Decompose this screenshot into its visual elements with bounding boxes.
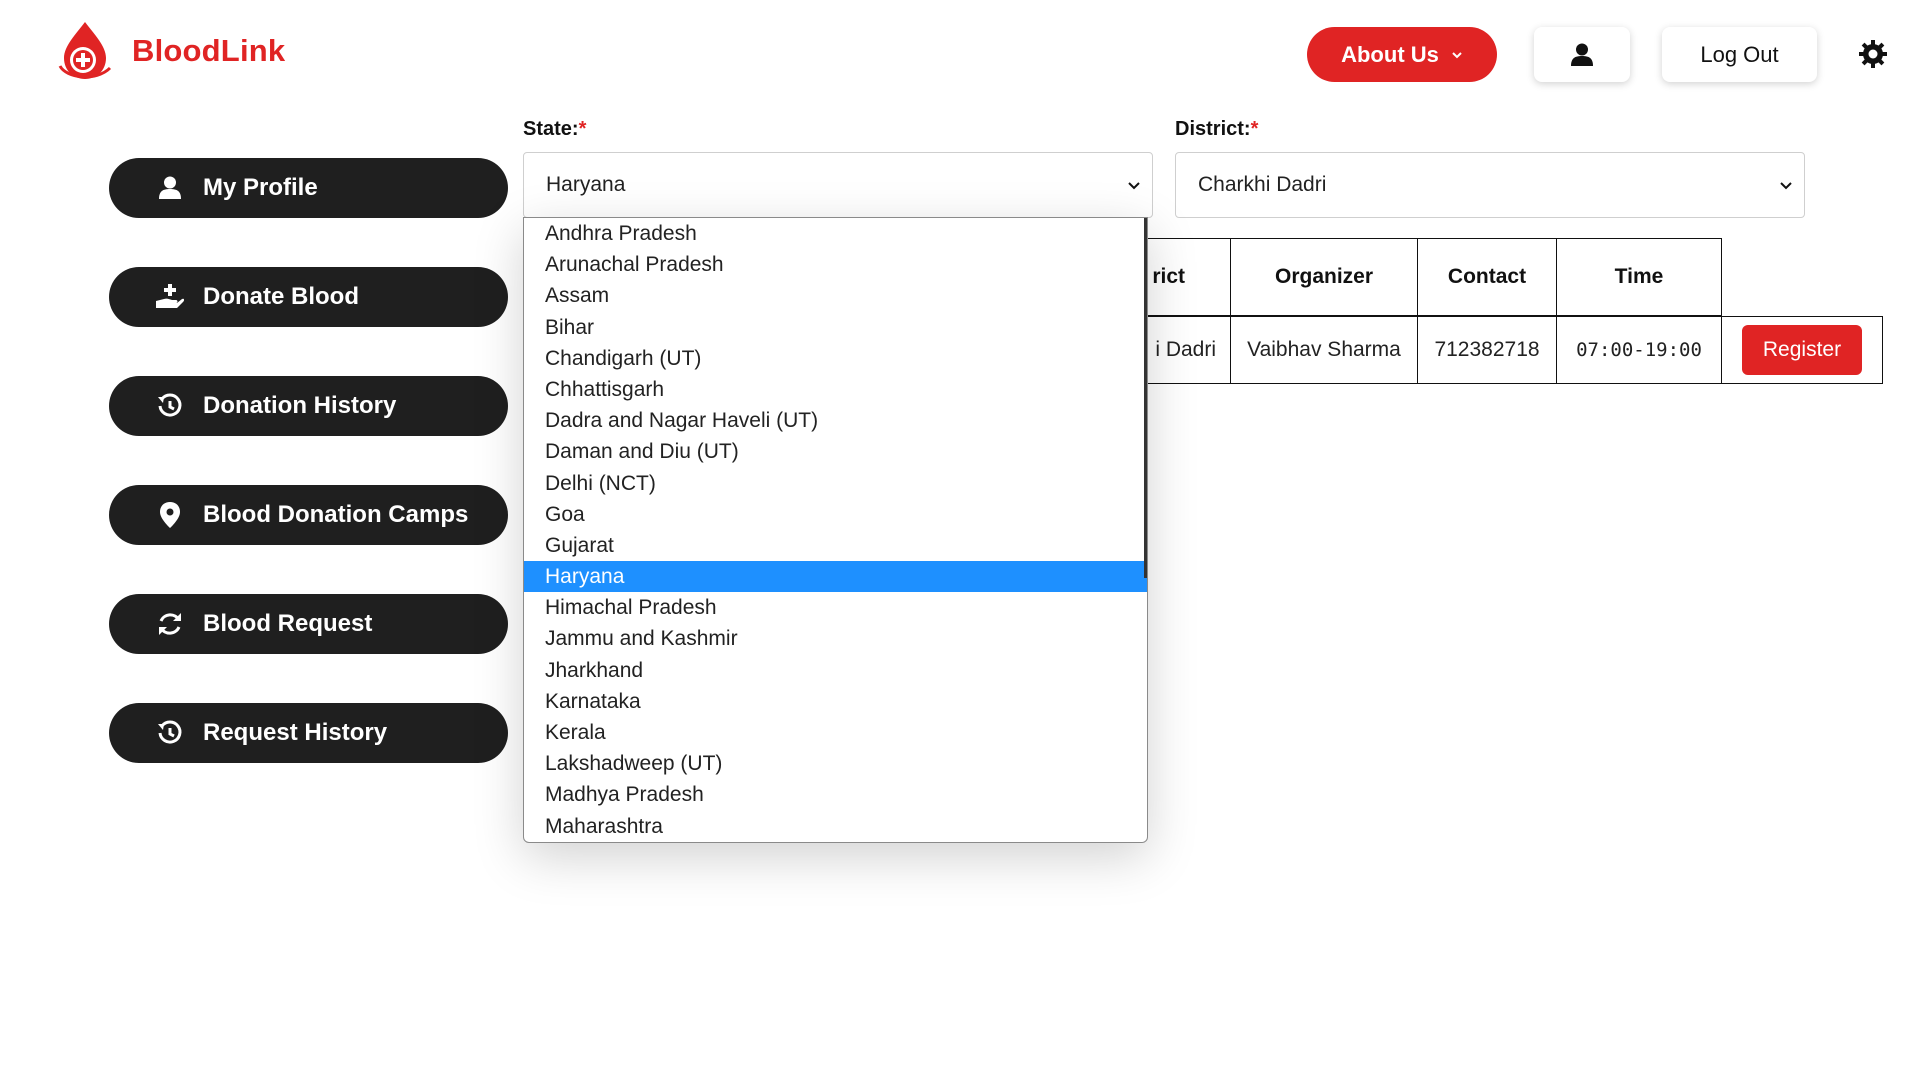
user-icon xyxy=(1571,43,1593,66)
district-select-value: Charkhi Dadri xyxy=(1198,173,1327,196)
state-select-value: Haryana xyxy=(546,173,626,196)
state-option[interactable]: Kerala xyxy=(524,717,1147,748)
sidebar-item-label: Donate Blood xyxy=(203,283,359,310)
sidebar-item-label: Request History xyxy=(203,719,388,746)
history-icon xyxy=(155,718,185,748)
state-option[interactable]: Goa xyxy=(524,499,1147,530)
user-icon xyxy=(155,173,185,203)
chevron-down-icon xyxy=(1128,182,1140,190)
chevron-down-icon xyxy=(1780,182,1792,190)
state-option[interactable]: Madhya Pradesh xyxy=(524,779,1147,810)
state-option[interactable]: Jammu and Kashmir xyxy=(524,623,1147,654)
district-label: District:* xyxy=(1175,118,1258,141)
sidebar-item-label: My Profile xyxy=(203,174,318,201)
state-option[interactable]: Jharkhand xyxy=(524,655,1147,686)
required-mark: * xyxy=(1250,118,1259,140)
district-label-text: District: xyxy=(1175,118,1251,140)
dropdown-scrollbar[interactable] xyxy=(1144,218,1147,578)
table-header-label: Organizer xyxy=(1274,265,1374,288)
table-header-label: Time xyxy=(1614,265,1664,288)
state-option[interactable]: Dadra and Nagar Haveli (UT) xyxy=(524,405,1147,436)
state-option[interactable]: Maharashtra xyxy=(524,811,1147,842)
state-options-list[interactable]: Andhra Pradesh Arunachal Pradesh Assam B… xyxy=(523,217,1148,843)
table-cell-time: 07:00-19:00 xyxy=(1556,316,1722,384)
state-option[interactable]: Lakshadweep (UT) xyxy=(524,748,1147,779)
brand-logo[interactable]: BloodLink xyxy=(56,20,285,82)
state-option[interactable]: Chhattisgarh xyxy=(524,374,1147,405)
table-header-contact: Contact xyxy=(1417,238,1557,316)
table-header-label: Contact xyxy=(1447,265,1527,288)
cell-text: 07:00-19:00 xyxy=(1576,339,1702,361)
table-header-organizer: Organizer xyxy=(1230,238,1418,316)
blood-drop-icon xyxy=(58,22,112,79)
district-select[interactable]: Charkhi Dadri xyxy=(1175,152,1805,218)
map-pin-icon xyxy=(155,500,185,530)
state-option[interactable]: Delhi (NCT) xyxy=(524,468,1147,499)
logout-label: Log Out xyxy=(1700,41,1779,67)
table-cell-action: Register xyxy=(1721,316,1883,384)
sidebar-item-donation-history[interactable]: Donation History xyxy=(109,376,508,436)
history-icon xyxy=(155,391,185,421)
state-option[interactable]: Assam xyxy=(524,280,1147,311)
sidebar-item-label: Blood Donation Camps xyxy=(203,501,469,528)
register-label: Register xyxy=(1762,338,1842,361)
cell-text: 712382718 xyxy=(1434,338,1540,361)
refresh-icon xyxy=(155,609,185,639)
state-label: State:* xyxy=(523,118,586,141)
table-cell-contact: 712382718 xyxy=(1417,316,1557,384)
sidebar-item-blood-donation-camps[interactable]: Blood Donation Camps xyxy=(109,485,508,545)
state-label-text: State: xyxy=(523,118,579,140)
sidebar-item-donate-blood[interactable]: Donate Blood xyxy=(109,267,508,327)
cell-text: Vaibhav Sharma xyxy=(1247,338,1401,361)
register-button[interactable]: Register xyxy=(1742,325,1862,375)
sidebar-item-request-history[interactable]: Request History xyxy=(109,703,508,763)
sidebar-item-blood-request[interactable]: Blood Request xyxy=(109,594,508,654)
sidebar-item-my-profile[interactable]: My Profile xyxy=(109,158,508,218)
state-option[interactable]: Daman and Diu (UT) xyxy=(524,436,1147,467)
table-cell-organizer: Vaibhav Sharma xyxy=(1230,316,1418,384)
state-option-selected[interactable]: Haryana xyxy=(524,561,1147,593)
state-option[interactable]: Karnataka xyxy=(524,686,1147,717)
state-option[interactable]: Andhra Pradesh xyxy=(524,218,1147,249)
state-option[interactable]: Chandigarh (UT) xyxy=(524,343,1147,374)
table-header-label: rict xyxy=(1152,265,1185,288)
brand-name: BloodLink xyxy=(132,33,286,68)
profile-button[interactable] xyxy=(1534,27,1630,82)
state-option[interactable]: Bihar xyxy=(524,312,1147,343)
sidebar-item-label: Blood Request xyxy=(203,610,373,637)
gear-icon[interactable] xyxy=(1858,39,1888,69)
logout-button[interactable]: Log Out xyxy=(1662,27,1817,82)
state-select[interactable]: Haryana xyxy=(523,152,1153,218)
about-us-label: About Us xyxy=(1341,41,1439,67)
about-us-button[interactable]: About Us xyxy=(1307,27,1497,82)
state-option[interactable]: Gujarat xyxy=(524,530,1147,561)
chevron-down-icon xyxy=(1452,51,1462,58)
required-mark: * xyxy=(578,118,587,140)
cell-text: i Dadri xyxy=(1155,338,1216,361)
sidebar-item-label: Donation History xyxy=(203,392,397,419)
state-option[interactable]: Arunachal Pradesh xyxy=(524,249,1147,280)
table-header-time: Time xyxy=(1556,238,1722,316)
hand-donate-icon xyxy=(155,282,185,312)
state-option[interactable]: Himachal Pradesh xyxy=(524,592,1147,623)
